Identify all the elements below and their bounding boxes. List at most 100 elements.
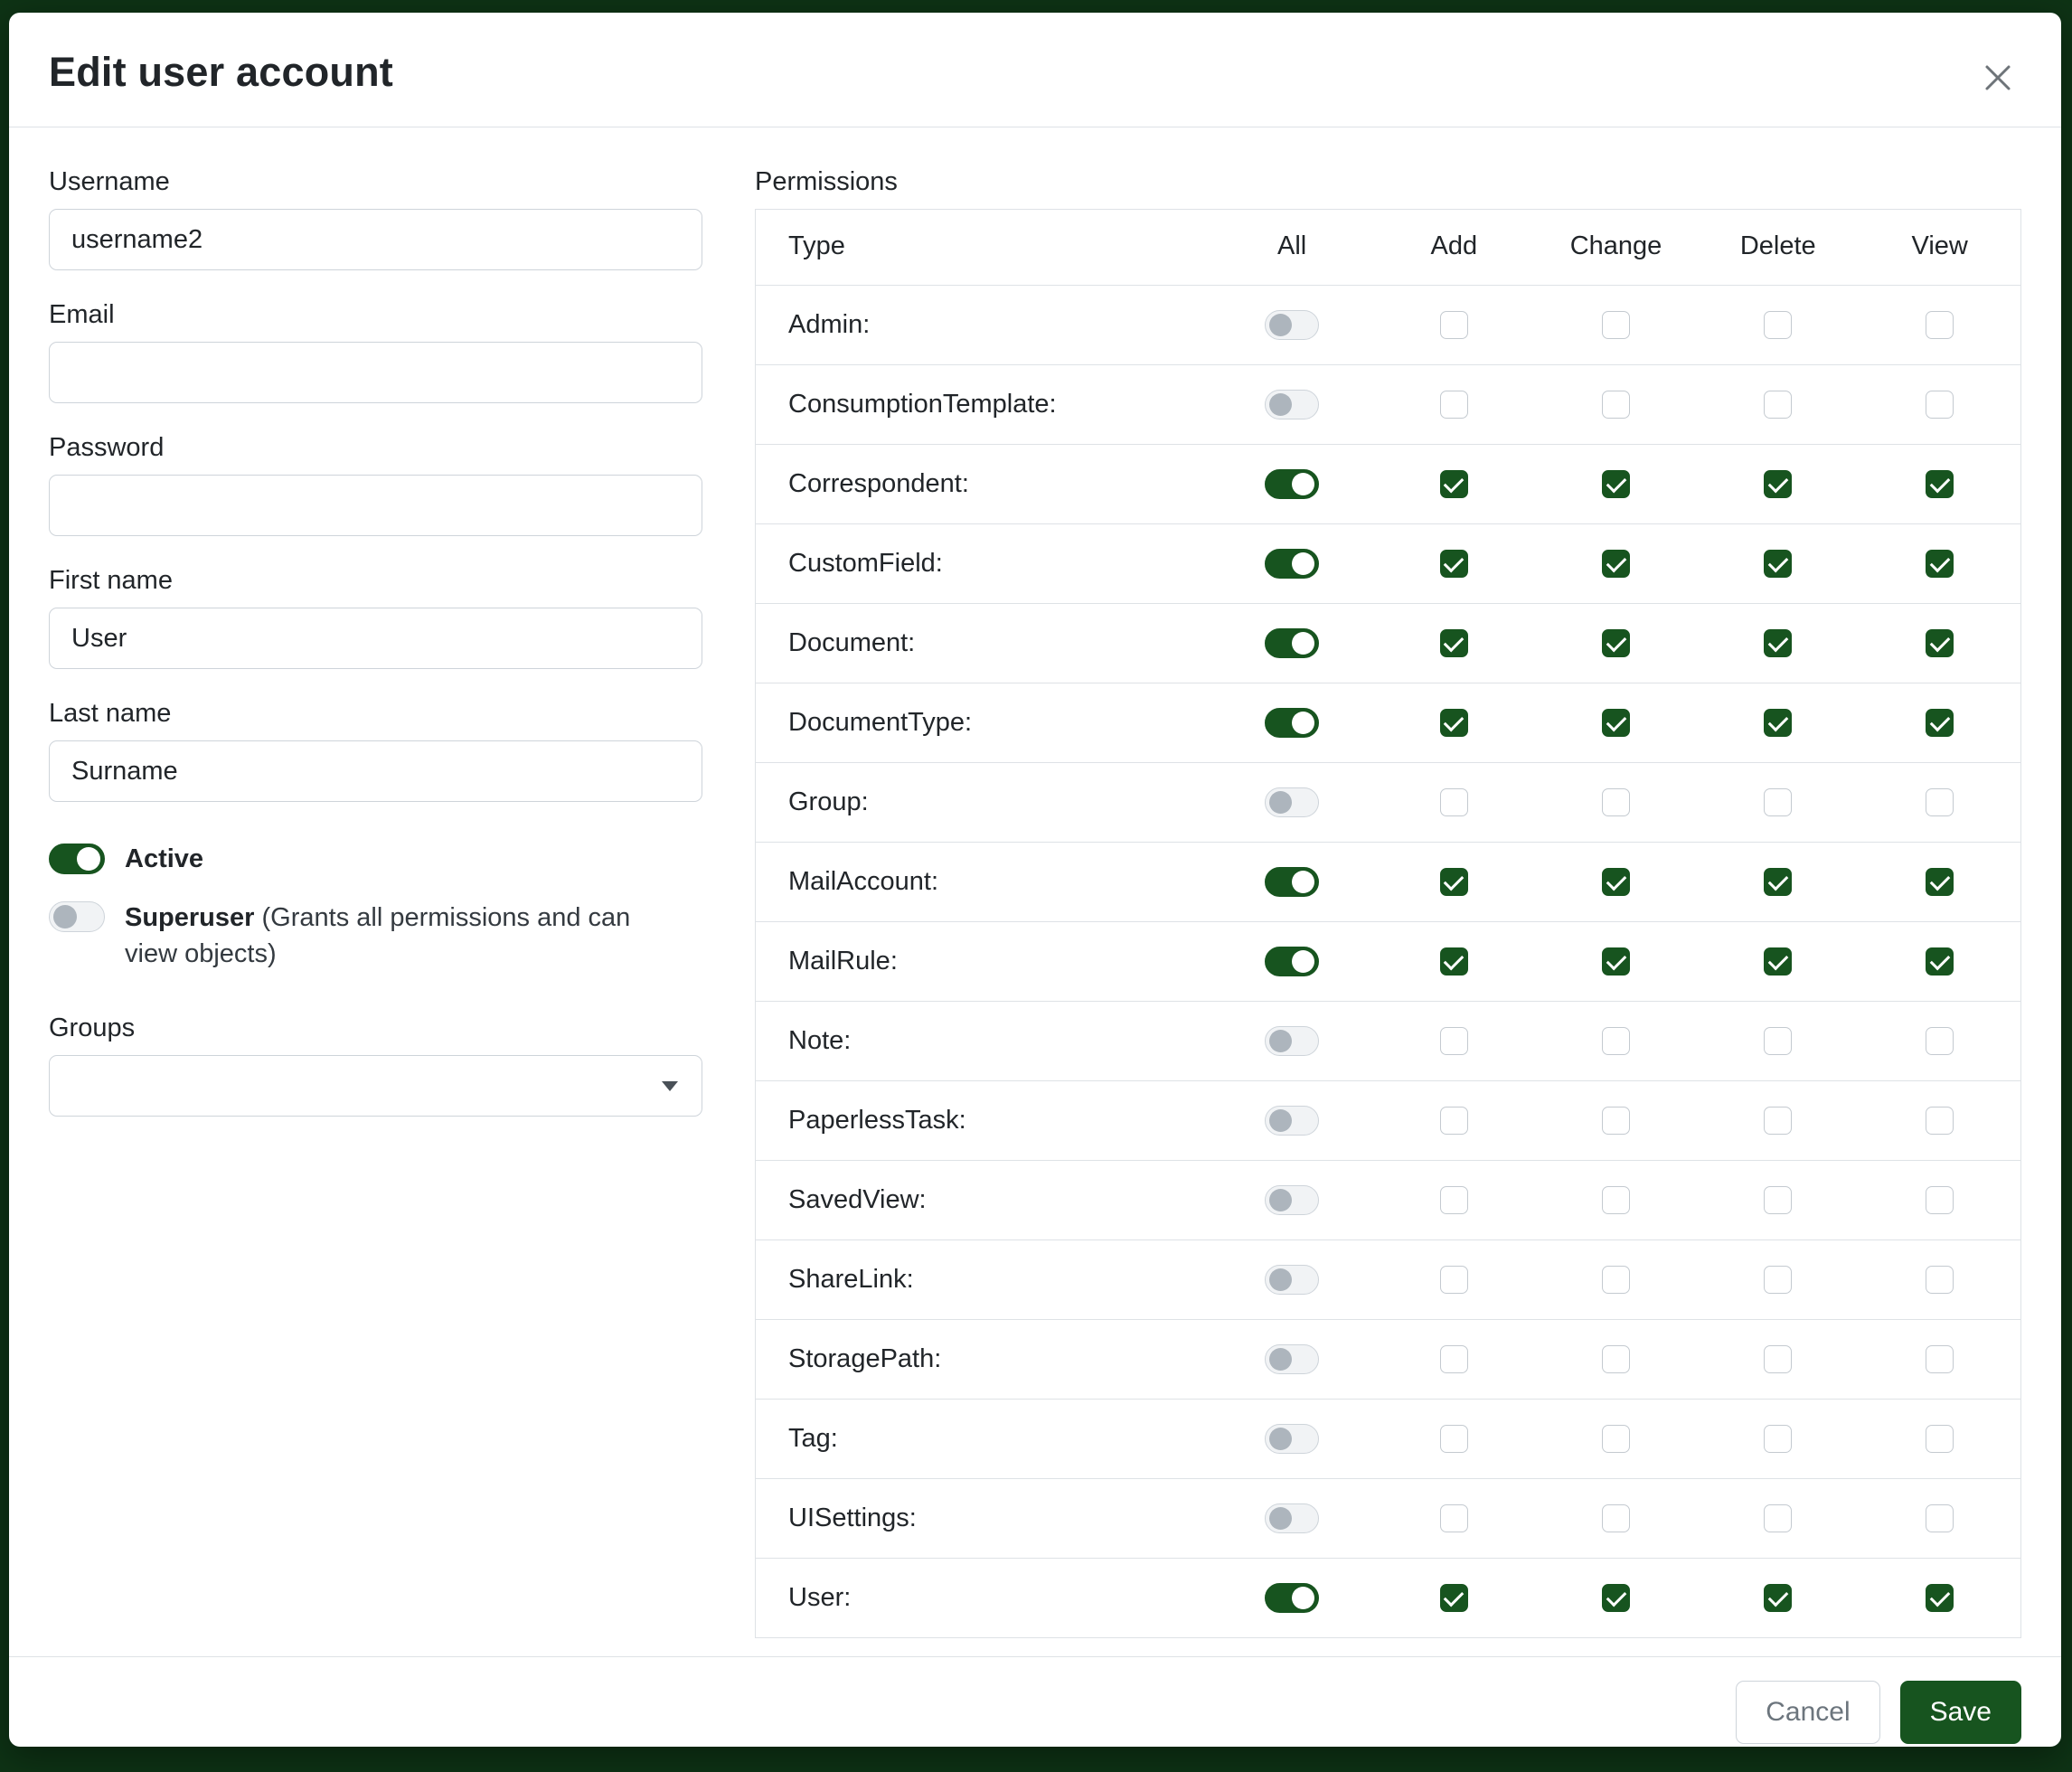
permission-add-checkbox[interactable] — [1440, 391, 1468, 419]
permission-view-checkbox[interactable] — [1926, 470, 1954, 498]
cancel-button[interactable]: Cancel — [1736, 1681, 1879, 1744]
permission-add-checkbox[interactable] — [1440, 788, 1468, 816]
permission-change-checkbox[interactable] — [1602, 629, 1630, 657]
permission-all-toggle[interactable] — [1265, 1265, 1319, 1295]
permission-row: Tag: — [756, 1400, 2021, 1479]
permission-all-toggle[interactable] — [1265, 1106, 1319, 1136]
superuser-toggle[interactable] — [49, 901, 105, 932]
permission-all-toggle[interactable] — [1265, 867, 1319, 897]
permission-delete-checkbox[interactable] — [1764, 868, 1792, 896]
permission-add-checkbox[interactable] — [1440, 947, 1468, 976]
permission-all-toggle[interactable] — [1265, 310, 1319, 340]
permission-view-checkbox[interactable] — [1926, 868, 1954, 896]
permission-view-checkbox[interactable] — [1926, 391, 1954, 419]
permissions-table-body: Admin:ConsumptionTemplate:Correspondent:… — [756, 286, 2021, 1638]
permission-delete-checkbox[interactable] — [1764, 1027, 1792, 1055]
permission-all-toggle[interactable] — [1265, 1185, 1319, 1215]
toggle-knob — [1269, 1189, 1292, 1211]
permission-all-toggle[interactable] — [1265, 1503, 1319, 1533]
permission-delete-checkbox[interactable] — [1764, 550, 1792, 578]
permission-delete-checkbox[interactable] — [1764, 1107, 1792, 1135]
permission-add-checkbox[interactable] — [1440, 1345, 1468, 1373]
permission-add-checkbox[interactable] — [1440, 1186, 1468, 1214]
permission-delete-checkbox[interactable] — [1764, 788, 1792, 816]
groups-select[interactable] — [49, 1055, 702, 1117]
permission-view-checkbox[interactable] — [1926, 1345, 1954, 1373]
username-input[interactable] — [49, 209, 702, 270]
permission-delete-checkbox[interactable] — [1764, 1425, 1792, 1453]
permission-view-checkbox[interactable] — [1926, 1027, 1954, 1055]
permission-delete-checkbox[interactable] — [1764, 629, 1792, 657]
permission-delete-checkbox[interactable] — [1764, 1266, 1792, 1294]
permission-change-checkbox[interactable] — [1602, 311, 1630, 339]
permission-row: StoragePath: — [756, 1320, 2021, 1400]
permission-delete-checkbox[interactable] — [1764, 947, 1792, 976]
permission-add-checkbox[interactable] — [1440, 629, 1468, 657]
last-name-input[interactable] — [49, 740, 702, 802]
permission-delete-checkbox[interactable] — [1764, 1584, 1792, 1612]
permission-all-toggle[interactable] — [1265, 1583, 1319, 1613]
permission-view-checkbox[interactable] — [1926, 1584, 1954, 1612]
permission-all-toggle[interactable] — [1265, 549, 1319, 579]
permission-add-checkbox[interactable] — [1440, 868, 1468, 896]
permission-view-checkbox[interactable] — [1926, 550, 1954, 578]
permission-all-toggle[interactable] — [1265, 1026, 1319, 1056]
permission-change-checkbox[interactable] — [1602, 1504, 1630, 1532]
permission-view-checkbox[interactable] — [1926, 311, 1954, 339]
save-button[interactable]: Save — [1900, 1681, 2021, 1744]
permission-view-checkbox[interactable] — [1926, 1107, 1954, 1135]
first-name-input[interactable] — [49, 608, 702, 669]
permission-change-checkbox[interactable] — [1602, 470, 1630, 498]
permission-all-toggle[interactable] — [1265, 787, 1319, 817]
permission-change-checkbox[interactable] — [1602, 1186, 1630, 1214]
permission-change-checkbox[interactable] — [1602, 1266, 1630, 1294]
permission-add-checkbox[interactable] — [1440, 1425, 1468, 1453]
password-input[interactable] — [49, 475, 702, 536]
permission-delete-checkbox[interactable] — [1764, 1504, 1792, 1532]
permission-all-toggle[interactable] — [1265, 1344, 1319, 1374]
permission-view-checkbox[interactable] — [1926, 629, 1954, 657]
permission-add-checkbox[interactable] — [1440, 470, 1468, 498]
permission-add-checkbox[interactable] — [1440, 311, 1468, 339]
email-input[interactable] — [49, 342, 702, 403]
permission-delete-checkbox[interactable] — [1764, 1345, 1792, 1373]
permission-add-checkbox[interactable] — [1440, 1504, 1468, 1532]
permission-add-checkbox[interactable] — [1440, 1027, 1468, 1055]
permission-change-checkbox[interactable] — [1602, 1345, 1630, 1373]
permission-view-checkbox[interactable] — [1926, 1425, 1954, 1453]
permission-all-toggle[interactable] — [1265, 947, 1319, 976]
permission-change-checkbox[interactable] — [1602, 868, 1630, 896]
permission-change-checkbox[interactable] — [1602, 1425, 1630, 1453]
permission-view-checkbox[interactable] — [1926, 947, 1954, 976]
permission-add-checkbox[interactable] — [1440, 1266, 1468, 1294]
permission-all-toggle[interactable] — [1265, 1424, 1319, 1454]
permission-view-checkbox[interactable] — [1926, 1266, 1954, 1294]
permission-view-checkbox[interactable] — [1926, 1504, 1954, 1532]
permission-add-checkbox[interactable] — [1440, 709, 1468, 737]
permission-delete-checkbox[interactable] — [1764, 709, 1792, 737]
permission-all-toggle[interactable] — [1265, 390, 1319, 419]
permission-view-checkbox[interactable] — [1926, 1186, 1954, 1214]
permission-change-checkbox[interactable] — [1602, 550, 1630, 578]
permission-change-checkbox[interactable] — [1602, 709, 1630, 737]
permission-delete-checkbox[interactable] — [1764, 391, 1792, 419]
permission-add-checkbox[interactable] — [1440, 550, 1468, 578]
active-toggle[interactable] — [49, 844, 105, 874]
permission-change-checkbox[interactable] — [1602, 1584, 1630, 1612]
permission-delete-checkbox[interactable] — [1764, 1186, 1792, 1214]
permission-all-toggle[interactable] — [1265, 708, 1319, 738]
permission-change-checkbox[interactable] — [1602, 391, 1630, 419]
permission-view-checkbox[interactable] — [1926, 709, 1954, 737]
permission-add-checkbox[interactable] — [1440, 1584, 1468, 1612]
permission-change-checkbox[interactable] — [1602, 947, 1630, 976]
permission-view-checkbox[interactable] — [1926, 788, 1954, 816]
permission-change-checkbox[interactable] — [1602, 1107, 1630, 1135]
permission-delete-checkbox[interactable] — [1764, 311, 1792, 339]
permission-change-checkbox[interactable] — [1602, 1027, 1630, 1055]
close-button[interactable] — [1976, 56, 2020, 99]
permission-delete-checkbox[interactable] — [1764, 470, 1792, 498]
permission-all-toggle[interactable] — [1265, 469, 1319, 499]
permission-add-checkbox[interactable] — [1440, 1107, 1468, 1135]
permission-all-toggle[interactable] — [1265, 628, 1319, 658]
permission-change-checkbox[interactable] — [1602, 788, 1630, 816]
